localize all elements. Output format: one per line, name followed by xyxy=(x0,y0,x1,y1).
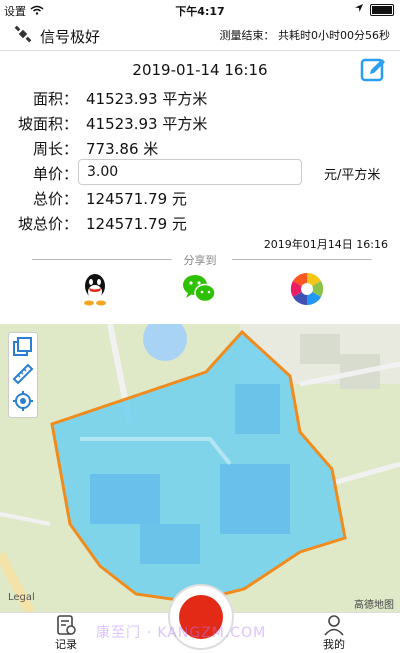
share-label: 分享到 xyxy=(183,254,217,267)
tab-mine-label: 我的 xyxy=(323,638,345,651)
battery-icon xyxy=(370,3,394,16)
area-value: 41523.93 平方米 xyxy=(86,90,208,108)
record-stamp: 2019年01月14日 16:16 xyxy=(263,238,388,251)
slope-area-value: 41523.93 平方米 xyxy=(86,115,208,133)
location-arrow-icon xyxy=(354,3,364,16)
tab-records[interactable]: 记录 xyxy=(46,614,86,652)
status-bar: 设置 下午4:17 xyxy=(0,0,400,20)
records-icon xyxy=(57,615,76,635)
map-view[interactable] xyxy=(0,324,400,612)
locate-button[interactable] xyxy=(12,390,34,412)
map-legal[interactable]: Legal xyxy=(8,592,35,603)
user-icon xyxy=(324,615,344,636)
area-label: 面积： xyxy=(32,90,78,108)
unit-price-unit: 元/平方米 xyxy=(324,168,381,183)
tab-records-label: 记录 xyxy=(55,638,77,651)
share-qq-button[interactable] xyxy=(78,272,112,306)
header-divider xyxy=(0,50,400,51)
total-value: 124571.79 元 xyxy=(86,190,187,208)
share-moments-button[interactable] xyxy=(290,272,324,306)
share-wechat-button[interactable] xyxy=(182,272,216,306)
slope-total-value: 124571.79 元 xyxy=(86,215,187,233)
slope-area-label: 坡面积： xyxy=(17,115,78,133)
record-datetime: 2019-01-14 16:16 xyxy=(132,61,268,79)
map-toolbar xyxy=(8,332,38,418)
status-time: 下午4:17 xyxy=(175,5,225,18)
ruler-button[interactable] xyxy=(12,363,34,385)
unit-price-label: 单价： xyxy=(32,165,78,183)
perimeter-label: 周长： xyxy=(32,140,78,158)
title-bar: 信号极好 测量结束： 共耗时0小时00分56秒 xyxy=(0,20,400,48)
slope-total-label: 坡总价： xyxy=(17,215,78,233)
watermark: 康至门 · KANGZM.COM xyxy=(96,625,267,641)
wechat-icon xyxy=(183,275,216,303)
locate-icon xyxy=(13,391,33,411)
moments-icon xyxy=(290,272,324,306)
qq-icon xyxy=(84,274,106,306)
map-canvas xyxy=(0,324,400,612)
edit-button[interactable] xyxy=(360,56,388,84)
app-name: 信号极好 xyxy=(40,27,101,46)
total-label: 总价： xyxy=(32,190,78,208)
layers-icon xyxy=(13,337,32,356)
tab-mine[interactable]: 我的 xyxy=(314,614,354,652)
unit-price-input[interactable]: 3.00 xyxy=(78,159,302,185)
perimeter-value: 773.86 米 xyxy=(86,140,159,158)
layers-button[interactable] xyxy=(12,336,34,358)
map-provider: 高德地图 xyxy=(354,600,394,611)
measure-status: 测量结束： 共耗时0小时00分56秒 xyxy=(219,29,391,42)
satellite-icon xyxy=(14,25,32,47)
edit-icon xyxy=(360,58,385,82)
ruler-icon xyxy=(12,363,34,385)
